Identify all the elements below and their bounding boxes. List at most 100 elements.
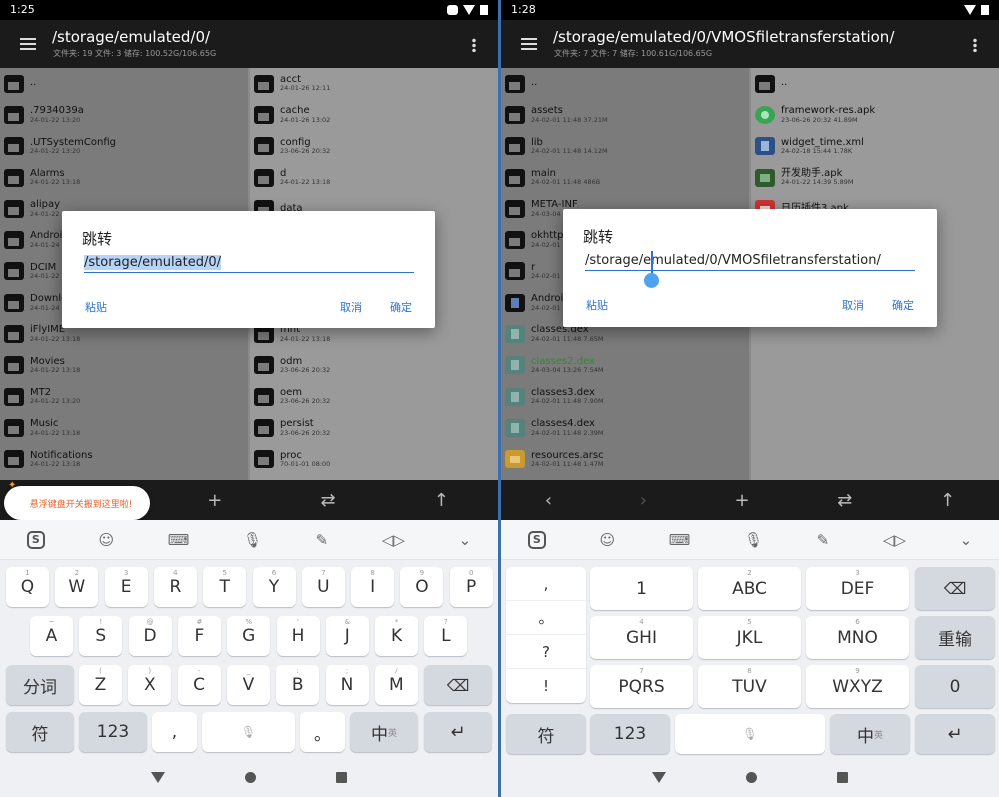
collapse-keyboard-icon[interactable]: ⌄ [459,531,472,549]
key-p[interactable]: 0P [449,567,493,607]
key-b[interactable]: :B [276,665,320,705]
key-v[interactable]: _ V [226,665,270,705]
cursor-move-icon[interactable]: ◁▷ [382,531,405,549]
comma-key[interactable]: , [152,712,197,752]
ok-button[interactable]: 确定 [390,299,412,315]
t9-key-mno[interactable]: 6 MNO [806,616,909,659]
file-row[interactable]: cache 24-01-26 13:02 [250,99,498,130]
file-row[interactable]: .. [501,68,749,99]
fenci-key[interactable]: 分词 [6,665,74,705]
t9-key-def[interactable]: 3 DEF [806,567,909,610]
file-row[interactable]: Notifications 24-01-22 13:18 [0,444,248,475]
key-z[interactable]: (Z [79,665,122,705]
emoji-icon[interactable]: ☺ [98,531,114,549]
voice-icon[interactable]: 🎙 [744,531,763,549]
t9-key-wxyz[interactable]: 9 WXYZ [806,665,909,708]
punctuation-key[interactable]: ? [506,635,586,669]
file-row[interactable]: resources.arsc 24-02-01 11:48 1.47M [501,444,749,475]
file-row[interactable]: Music 24-01-22 13:18 [0,412,248,443]
keyboard-icon[interactable]: ⌨ [669,531,691,549]
lang-switch-key[interactable]: 中英 [350,712,418,752]
retype-key[interactable]: 重输 [915,616,995,659]
space-key[interactable]: 🎙 [202,712,295,752]
t9-key-jkl[interactable]: 5 JKL [698,616,801,659]
file-row[interactable]: widget_time.xml 24-02-18 15:44 1.78K [751,131,999,162]
file-row[interactable]: classes3.dex 24-02-01 11:48 7.90M [501,381,749,412]
enter-key[interactable]: ↵ [915,714,995,754]
key-f[interactable]: # F [177,616,221,656]
key-h[interactable]: ' H [276,616,320,656]
up-icon[interactable]: ↑ [940,490,955,511]
punctuation-key[interactable]: 。 [506,601,586,635]
file-row[interactable]: oem 23-06-26 20:32 [250,381,498,412]
key-m[interactable]: / M [374,665,418,705]
file-row[interactable]: .UTSystemConfig 24-01-22 13:20 [0,131,248,162]
symbol-key[interactable]: 符 [506,714,586,754]
key-k[interactable]: * K [375,616,419,656]
lang-switch-key[interactable]: 中英 [830,714,910,754]
key-s[interactable]: ! S [79,616,123,656]
key-n[interactable]: ; N [325,665,369,705]
add-icon[interactable]: + [207,490,222,511]
file-row[interactable]: acct 24-01-26 12:11 [250,68,498,99]
t9-key-abc[interactable]: 2 ABC [698,567,801,610]
add-icon[interactable]: + [735,490,750,511]
keyboard-icon[interactable]: ⌨ [168,531,190,549]
file-row[interactable]: main 24-02-01 11:48 486B [501,162,749,193]
file-row[interactable]: .7934039a 24-01-22 13:20 [0,99,248,130]
key-w[interactable]: 2W [55,567,99,607]
file-row[interactable]: persist 23-06-26 20:32 [250,412,498,443]
back-arrow-icon[interactable]: ‹ [545,490,552,511]
key-r[interactable]: 4R [153,567,197,607]
t9-key-ghi[interactable]: 4 GHI [590,616,693,659]
emoji-icon[interactable]: ☺ [599,531,615,549]
file-row[interactable]: lib 24-02-01 11:48 14.12M [501,131,749,162]
cancel-button[interactable]: 取消 [340,299,362,315]
punctuation-key[interactable]: ! [506,669,586,703]
file-row[interactable]: classes4.dex 24-02-01 11:48 2.39M [501,412,749,443]
t9-key-pqrs[interactable]: 7 PQRS [590,665,693,708]
key-u[interactable]: 7U [301,567,345,607]
back-icon[interactable] [151,771,165,783]
paste-button[interactable]: 粘贴 [586,297,608,313]
path-input[interactable]: /storage/emulated/0/VMOSfiletransferstat… [585,253,915,271]
number-key[interactable]: 123 [79,712,147,752]
file-row[interactable]: proc 70-01-01 08:00 [250,444,498,475]
home-icon[interactable] [245,771,256,783]
file-row[interactable]: classes2.dex 24-03-04 13:26 7.54M [501,350,749,381]
menu-icon[interactable] [20,38,36,50]
key-l[interactable]: ? L [424,616,468,656]
voice-icon[interactable]: 🎙 [243,531,262,549]
file-row[interactable]: d 24-01-22 13:18 [250,162,498,193]
sogou-logo-icon[interactable]: S [527,530,546,549]
file-row[interactable]: .. [751,68,999,99]
file-row[interactable]: config 23-06-26 20:32 [250,131,498,162]
more-options-icon[interactable] [973,38,977,52]
path-input[interactable]: /storage/emulated/0/ [84,255,414,273]
swap-icon[interactable]: ⇄ [837,490,852,511]
file-row[interactable]: .. [0,68,248,99]
enter-key[interactable]: ↵ [424,712,492,752]
keyboard-tip-toast[interactable]: 悬浮键盘开关搬到这里啦! [4,486,150,520]
key-t[interactable]: 5T [203,567,247,607]
space-key[interactable]: 🎙 [675,714,825,754]
punctuation-column[interactable]: ,。?! [506,567,586,703]
key-x[interactable]: ) X [128,665,172,705]
cancel-button[interactable]: 取消 [842,297,864,313]
ok-button[interactable]: 确定 [892,297,914,313]
paste-button[interactable]: 粘贴 [85,299,107,315]
handwriting-icon[interactable]: ✎ [817,531,830,549]
key-q[interactable]: 1Q [6,567,49,607]
backspace-key[interactable]: ⌫ [915,567,995,610]
key-a[interactable]: ~ A [30,616,73,656]
file-row[interactable]: MT2 24-01-22 13:20 [0,381,248,412]
handwriting-icon[interactable]: ✎ [316,531,329,549]
number-key[interactable]: 123 [590,714,670,754]
forward-arrow-icon[interactable]: › [640,490,647,511]
up-icon[interactable]: ↑ [434,490,449,511]
home-icon[interactable] [746,771,757,783]
cursor-handle[interactable] [644,273,659,288]
symbol-key[interactable]: 符 [6,712,74,752]
file-row[interactable]: assets 24-02-01 11:48 37.21M [501,99,749,130]
backspace-key[interactable]: ⌫ [424,665,492,705]
